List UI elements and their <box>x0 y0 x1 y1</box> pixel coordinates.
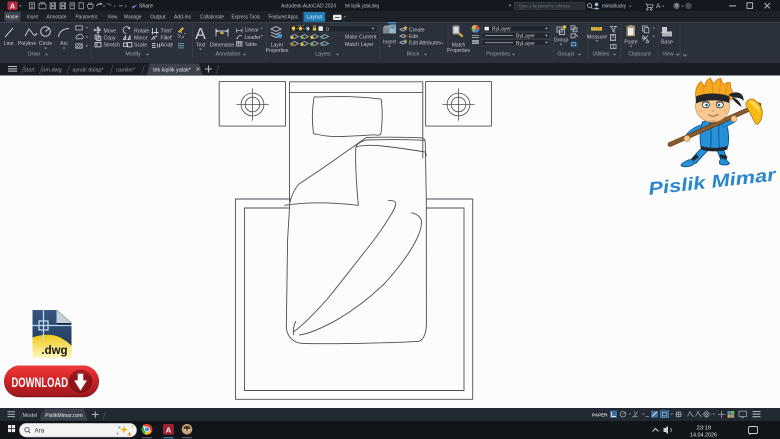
svg-text:Group: Group <box>554 38 569 44</box>
svg-text:Rotate: Rotate <box>134 29 149 35</box>
svg-text:Trim: Trim <box>161 29 171 35</box>
svg-text:Add-ins: Add-ins <box>174 15 192 21</box>
svg-text:ByLayer: ByLayer <box>516 41 535 47</box>
svg-text:Arc: Arc <box>60 41 68 47</box>
svg-text:Table: Table <box>245 42 258 48</box>
svg-text:Start: Start <box>23 68 35 74</box>
svg-text:Model: Model <box>23 413 38 419</box>
svg-text:Layout: Layout <box>307 15 323 21</box>
svg-text:Clipboard: Clipboard <box>628 52 650 58</box>
svg-text:A: A <box>656 3 661 10</box>
svg-text:Draw: Draw <box>28 52 40 58</box>
svg-text:mimarlucky: mimarlucky <box>602 4 626 10</box>
svg-text:Utilities: Utilities <box>593 52 610 58</box>
svg-text:Linear: Linear <box>245 28 260 34</box>
svg-text:A: A <box>195 26 206 43</box>
svg-text:Properties: Properties <box>486 52 510 58</box>
svg-text:Dimension: Dimension <box>210 43 235 49</box>
svg-text:Featured Apps: Featured Apps <box>269 15 299 21</box>
svg-text:Make Current: Make Current <box>345 34 377 40</box>
svg-text:Insert: Insert <box>27 15 39 21</box>
svg-text:Home: Home <box>6 15 19 21</box>
svg-text:Edit: Edit <box>409 34 418 40</box>
svg-text:Create: Create <box>409 27 425 33</box>
svg-text:?: ? <box>675 4 678 10</box>
svg-text:Stretch: Stretch <box>104 43 121 49</box>
svg-text:Mirror: Mirror <box>134 36 148 42</box>
svg-text:Line: Line <box>4 41 14 47</box>
svg-text:Leader: Leader <box>245 35 261 41</box>
svg-text:Autodesk AutoCAD 2024: Autodesk AutoCAD 2024 <box>281 4 336 10</box>
svg-text:A: A <box>10 3 15 10</box>
svg-text:Match Layer: Match Layer <box>345 42 374 48</box>
svg-text:Type a keyword or phrase: Type a keyword or phrase <box>518 4 570 9</box>
svg-text:ByLayer: ByLayer <box>516 34 535 40</box>
svg-text:Measure: Measure <box>587 34 607 40</box>
svg-text:Text: Text <box>196 43 206 49</box>
svg-text:View: View <box>108 15 118 21</box>
svg-text:Move: Move <box>104 29 117 35</box>
svg-text:ByLayer: ByLayer <box>492 27 511 33</box>
svg-text:tek kişilik yatak.dwg: tek kişilik yatak.dwg <box>345 4 379 10</box>
svg-text:A: A <box>166 426 172 435</box>
svg-text:Share: Share <box>139 4 153 10</box>
svg-text:23:19: 23:19 <box>696 426 711 432</box>
svg-text:Base: Base <box>661 40 673 46</box>
svg-text:Polyline: Polyline <box>18 41 36 47</box>
svg-text:Copy: Copy <box>104 36 117 42</box>
svg-text:Properties: Properties <box>266 48 289 54</box>
svg-text:cim-dwg: cim-dwg <box>41 68 61 74</box>
svg-text:Modify: Modify <box>125 52 141 58</box>
svg-text:Manage: Manage <box>124 15 142 21</box>
svg-text:Circle: Circle <box>39 41 52 47</box>
svg-text:.dwg: .dwg <box>41 345 67 357</box>
svg-text:Express Tools: Express Tools <box>232 15 261 21</box>
svg-text:Edit Attributes: Edit Attributes <box>409 40 441 46</box>
svg-text:Properties: Properties <box>447 48 470 54</box>
svg-text:Annotate: Annotate <box>47 15 67 21</box>
svg-text:View: View <box>662 52 673 58</box>
svg-text:Output: Output <box>150 15 166 21</box>
svg-text:Ara: Ara <box>35 428 45 435</box>
svg-text:Paste: Paste <box>624 40 637 46</box>
svg-text:PislikMimar.com: PislikMimar.com <box>45 413 82 419</box>
svg-text:PAPER: PAPER <box>592 413 608 418</box>
svg-text:Fillet: Fillet <box>161 36 173 42</box>
svg-text:Insert: Insert <box>383 40 397 46</box>
svg-text:Collaborate: Collaborate <box>200 15 224 21</box>
svg-text:tek kişilik yatak*: tek kişilik yatak* <box>153 68 192 74</box>
svg-text:camiler*: camiler* <box>116 68 136 74</box>
svg-text:DOWNLOAD: DOWNLOAD <box>12 375 69 390</box>
svg-text:0: 0 <box>326 27 329 33</box>
svg-text:Groups: Groups <box>557 52 574 58</box>
svg-text:Block: Block <box>407 52 420 58</box>
svg-text:aynalı dolap*: aynalı dolap* <box>72 68 104 74</box>
svg-text:Layers: Layers <box>315 52 331 58</box>
svg-text:Scale: Scale <box>134 43 147 49</box>
svg-text:14.04.2026: 14.04.2026 <box>690 433 717 439</box>
svg-text:Parametric: Parametric <box>76 15 99 21</box>
svg-text:Annotation: Annotation <box>216 52 241 58</box>
